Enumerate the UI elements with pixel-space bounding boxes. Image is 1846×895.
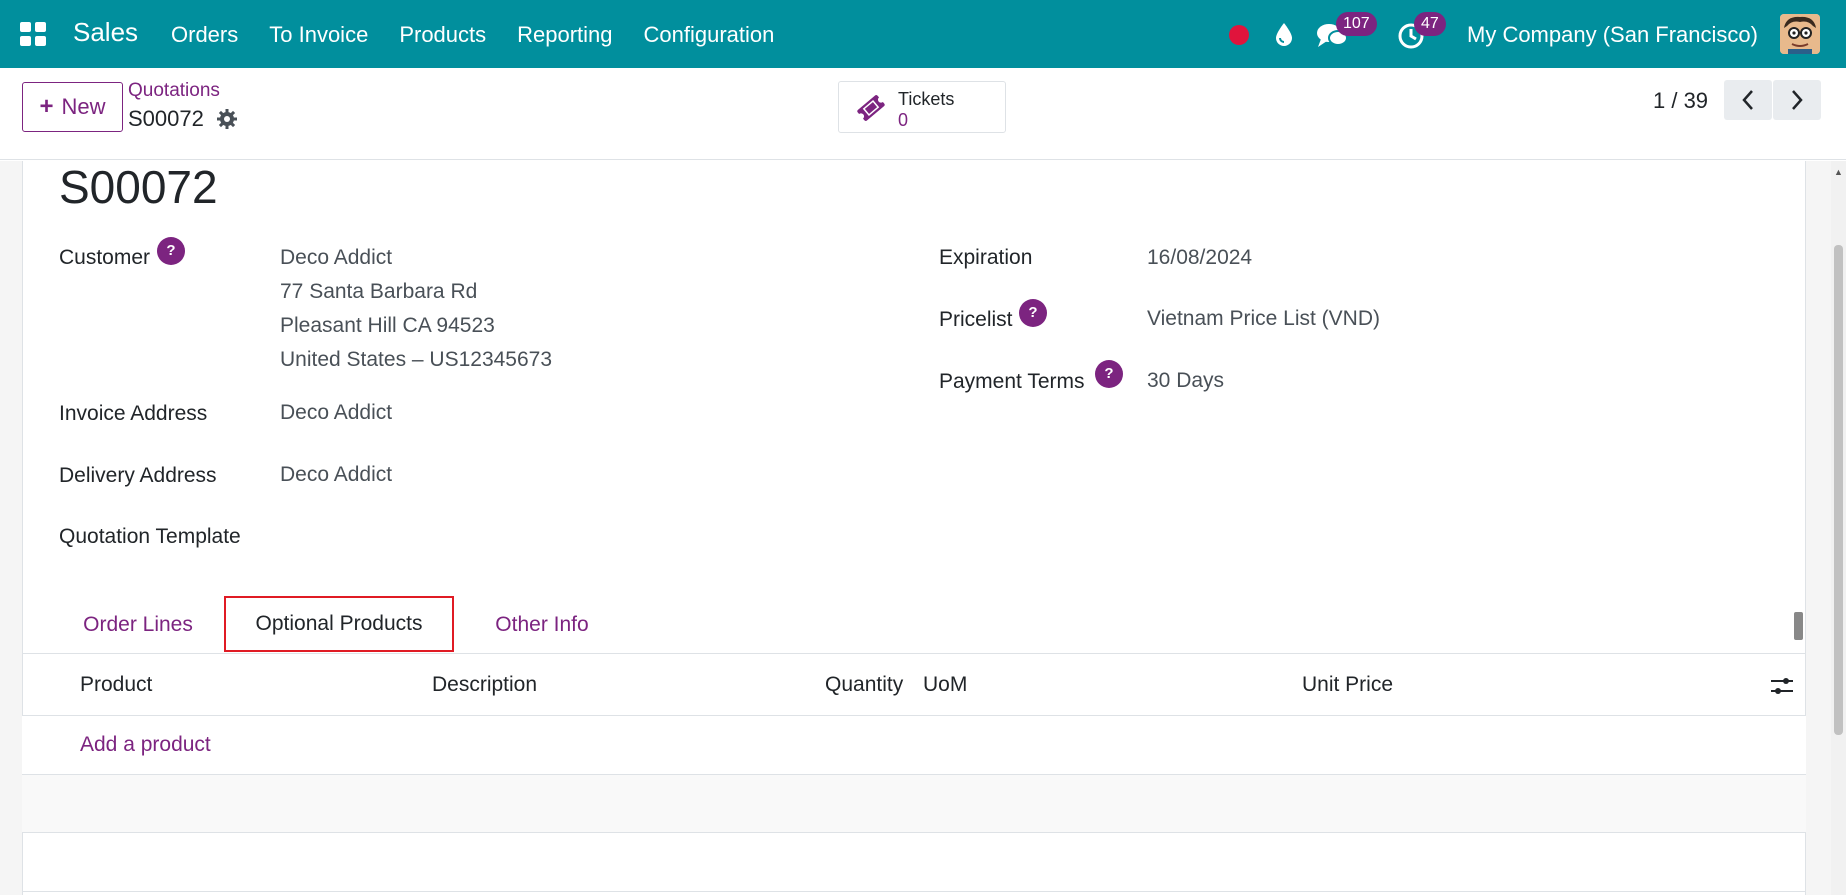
expiration-label: Expiration (939, 246, 1033, 269)
menu-orders[interactable]: Orders (171, 22, 238, 48)
customer-label: Customer (59, 246, 151, 269)
optional-products-table-header: Product Description Quantity UoM Unit Pr… (22, 655, 1806, 716)
expiration-field[interactable]: 16/08/2024 (1147, 241, 1252, 275)
tab-optional-products[interactable]: Optional Products (224, 596, 454, 652)
customer-help-icon[interactable]: ? (157, 237, 185, 265)
company-switcher[interactable]: My Company (San Francisco) (1467, 22, 1758, 48)
customer-address-line-2: Pleasant Hill CA 94523 (280, 314, 495, 337)
pager-previous-button[interactable] (1724, 80, 1772, 120)
ticket-icon (855, 92, 887, 129)
page-scrollbar-thumb[interactable] (1834, 245, 1843, 735)
new-button[interactable]: + New (22, 82, 123, 132)
chevron-right-icon (1792, 90, 1803, 110)
payment-terms-field[interactable]: 30 Days (1147, 364, 1224, 398)
table-row: Add a product (22, 716, 1806, 775)
tickets-smart-button[interactable]: Tickets 0 (838, 81, 1006, 133)
pager-next-button[interactable] (1773, 80, 1821, 120)
recording-indicator-icon[interactable] (1229, 25, 1249, 45)
invoice-address-label: Invoice Address (59, 402, 208, 425)
add-product-link[interactable]: Add a product (80, 733, 211, 757)
menu-configuration[interactable]: Configuration (644, 22, 775, 48)
top-navbar: Sales Orders To Invoice Products Reporti… (0, 0, 1846, 68)
customer-address-line-3: United States – US12345673 (280, 348, 553, 371)
customer-address-line-1: 77 Santa Barbara Rd (280, 280, 478, 303)
main-menu: Orders To Invoice Products Reporting Con… (171, 22, 805, 48)
menu-to-invoice[interactable]: To Invoice (269, 22, 368, 48)
notebook-tabs: Order Lines Optional Products Other Info (22, 596, 1806, 654)
breadcrumb-quotations[interactable]: Quotations (128, 80, 220, 102)
customer-field[interactable]: Deco Addict 77 Santa Barbara Rd Pleasant… (280, 241, 552, 377)
menu-reporting[interactable]: Reporting (517, 22, 612, 48)
plus-icon: + (39, 93, 54, 120)
pricelist-field[interactable]: Vietnam Price List (VND) (1147, 302, 1380, 336)
pricelist-help-icon[interactable]: ? (1019, 299, 1047, 327)
pager-value[interactable]: 1 / 39 (1653, 88, 1708, 114)
customer-name[interactable]: Deco Addict (280, 241, 552, 275)
new-button-label: New (61, 94, 106, 119)
invoice-address-field[interactable]: Deco Addict (280, 396, 392, 430)
record-title: S00072 (59, 161, 218, 213)
tab-order-lines[interactable]: Order Lines (60, 596, 216, 654)
column-product[interactable]: Product (80, 673, 152, 697)
control-panel: + New Quotations S00072 Tickets 0 1 / 39 (0, 68, 1846, 160)
column-description[interactable]: Description (432, 673, 537, 697)
table-row (22, 834, 1806, 892)
user-avatar[interactable] (1780, 14, 1820, 54)
tickets-count: 0 (898, 110, 909, 130)
column-quantity[interactable]: Quantity (825, 673, 903, 697)
apps-menu-icon[interactable] (20, 22, 46, 46)
quotation-template-label: Quotation Template (59, 525, 241, 548)
tickets-label: Tickets (898, 89, 955, 109)
tab-other-info[interactable]: Other Info (468, 596, 616, 654)
delivery-address-label: Delivery Address (59, 464, 217, 487)
column-uom[interactable]: UoM (923, 673, 967, 697)
table-row (22, 775, 1806, 833)
page-scrollbar[interactable]: ▲ (1831, 161, 1846, 895)
payment-terms-help-icon[interactable]: ? (1095, 360, 1123, 388)
chevron-left-icon (1742, 90, 1753, 110)
app-brand[interactable]: Sales (73, 17, 138, 48)
quotation-template-field[interactable] (280, 519, 680, 553)
activities-count-badge: 47 (1414, 12, 1446, 36)
optional-columns-toggle-icon[interactable] (1770, 675, 1794, 702)
delivery-address-field[interactable]: Deco Addict (280, 458, 392, 492)
messages-count-badge: 107 (1336, 12, 1377, 36)
scroll-up-arrow-icon[interactable]: ▲ (1834, 167, 1843, 177)
menu-products[interactable]: Products (399, 22, 486, 48)
payment-terms-label: Payment Terms (939, 370, 1085, 393)
breadcrumb-current-record: S00072 (128, 106, 204, 131)
column-unit-price[interactable]: Unit Price (1302, 673, 1393, 697)
tabs-scrollbar[interactable] (1792, 598, 1804, 654)
tabs-scrollbar-thumb[interactable] (1794, 612, 1803, 640)
gear-icon[interactable] (216, 108, 238, 130)
pricelist-label: Pricelist (939, 308, 1013, 331)
